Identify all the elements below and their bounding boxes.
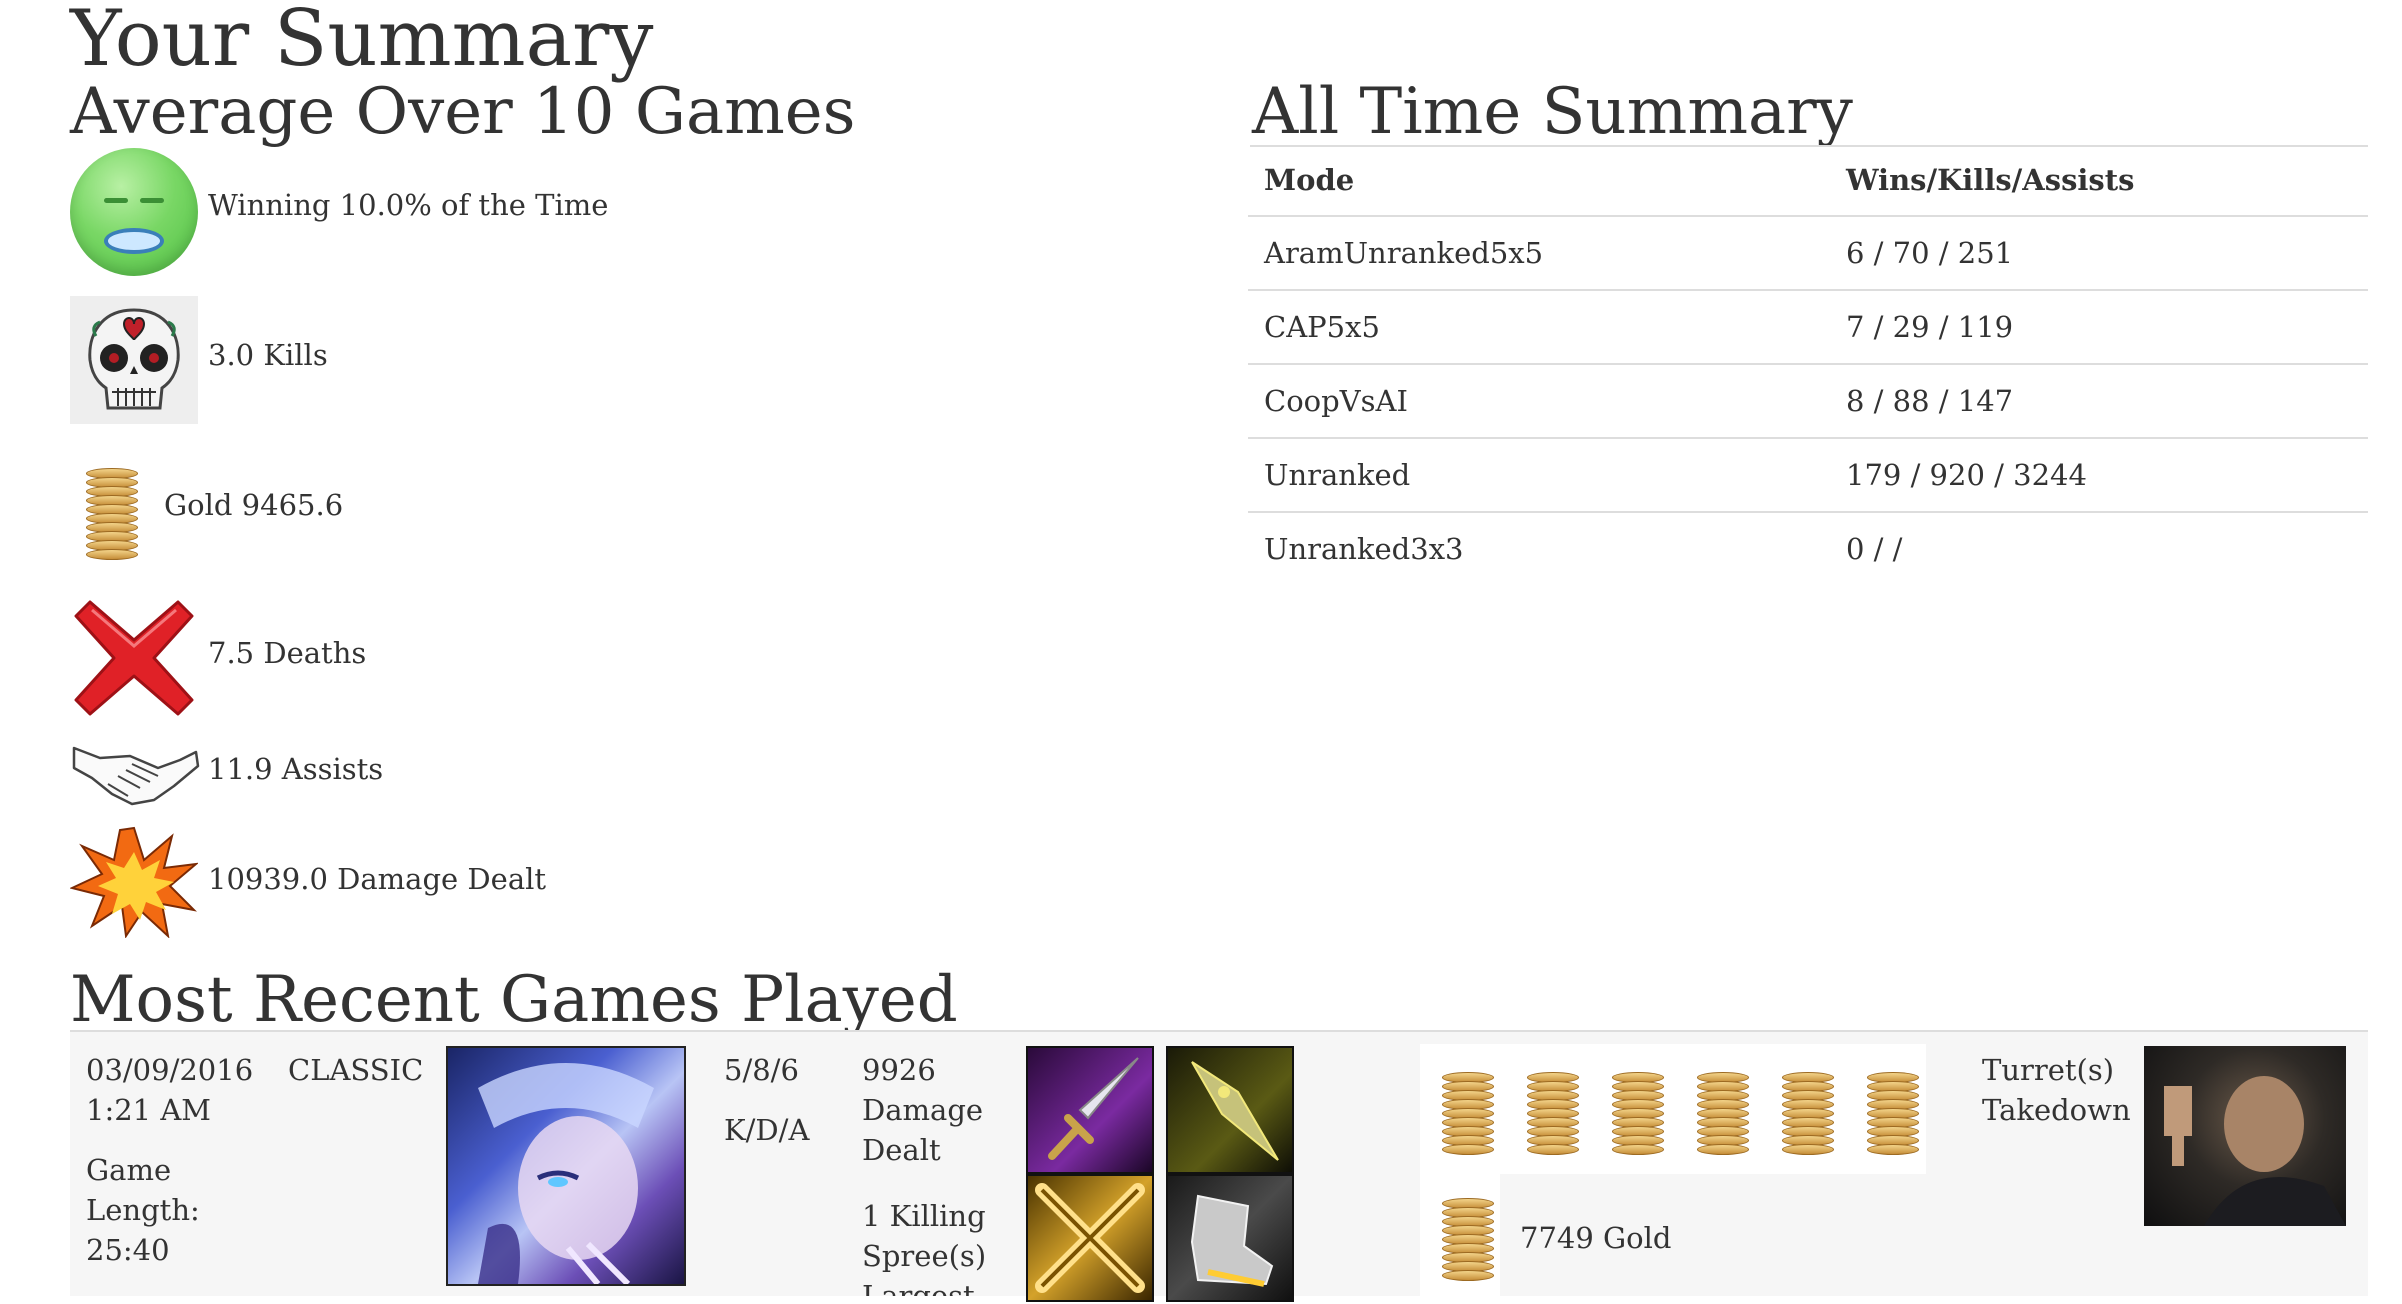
item-boots-icon[interactable] [1166,1174,1294,1302]
game-time: 1:21 AM [86,1093,211,1127]
red-x-icon [70,594,198,722]
turret-line-1: Turret(s) [1982,1053,2115,1087]
table-row: Unranked 179 / 920 / 3244 [1248,438,2368,513]
gold-coin-single-box [1420,1174,1500,1296]
stat-kills: 3.0 Kills [208,338,328,372]
table-row: CoopVsAI 8 / 88 / 147 [1248,364,2368,439]
stat-assists: 11.9 Assists [208,752,384,786]
kda-value: 5/8/6 [724,1053,799,1087]
gold-coins-icon [1442,1072,1494,1155]
wka-cell: 179 / 920 / 3244 [1830,438,2368,513]
item-crossed-blades-icon[interactable] [1026,1174,1154,1302]
gold-coins-icon [86,468,138,560]
all-time-table: Mode Wins/Kills/Assists AramUnranked5x5 … [1248,144,2368,585]
mode-cell: CAP5x5 [1248,290,1830,365]
recent-games-heading: Most Recent Games Played [70,963,958,1037]
page-title: Your Summary [70,0,654,84]
table-header-row: Mode Wins/Kills/Assists [1248,144,2368,217]
wka-cell: 0 / / [1846,532,1903,566]
game-date: 03/09/2016 [86,1053,254,1087]
item-spear-icon[interactable] [1166,1046,1294,1174]
mode-cell: AramUnranked5x5 [1248,216,1830,291]
stat-winning: Winning 10.0% of the Time [208,188,609,222]
handshake-icon [70,738,200,808]
game-length-label-2: Length: [86,1193,200,1227]
wka-cell: 6 / 70 / 251 [1830,216,2368,291]
skull-icon [70,296,198,424]
mode-cell: CoopVsAI [1248,364,1830,439]
mode-cell: Unranked3x3 [1264,532,1464,566]
column-header-mode: Mode [1248,144,1830,217]
table-row: CAP5x5 7 / 29 / 119 [1248,290,2368,365]
kda-label: K/D/A [724,1113,810,1147]
stat-deaths: 7.5 Deaths [208,636,367,670]
killing-spree-line-1: 1 Killing [862,1199,986,1233]
champion-portrait[interactable] [446,1046,686,1287]
column-header-wka: Wins/Kills/Assists [1830,144,2368,217]
gold-coins-icon [1612,1072,1664,1155]
damage-label-2: Dealt [862,1133,941,1167]
thumbs-down-image [2144,1046,2346,1226]
gold-coins-row [1420,1044,1926,1174]
mode-cell: Unranked [1248,438,1830,513]
explosion-icon [69,826,200,939]
table-row: Unranked3x3 0 / / [1248,512,2368,585]
game-gold: 7749 Gold [1520,1221,1672,1255]
gold-coins-icon [1442,1198,1494,1281]
wka-cell: 8 / 88 / 147 [1830,364,2368,439]
game-length: 25:40 [86,1233,170,1267]
largest-label-partial: Largest [862,1279,975,1296]
table-row: AramUnranked5x5 6 / 70 / 251 [1248,216,2368,291]
wka-cell: 7 / 29 / 119 [1830,290,2368,365]
damage-value: 9926 [862,1053,936,1087]
gold-coins-icon [1867,1072,1919,1155]
all-time-heading: All Time Summary [1252,75,1853,149]
gold-coins-icon [1782,1072,1834,1155]
average-heading: Average Over 10 Games [70,75,856,149]
item-sword-icon[interactable] [1026,1046,1154,1174]
gold-coins-icon [1697,1072,1749,1155]
turret-line-2: Takedown [1982,1093,2131,1127]
game-length-label: Game [86,1153,172,1187]
sad-face-icon [70,148,198,276]
stat-damage: 10939.0 Damage Dealt [208,862,547,896]
damage-label-1: Damage [862,1093,984,1127]
killing-spree-line-2: Spree(s) [862,1239,987,1273]
gold-coins-icon [1527,1072,1579,1155]
game-mode: CLASSIC [288,1053,424,1087]
stat-gold: Gold 9465.6 [164,488,344,522]
